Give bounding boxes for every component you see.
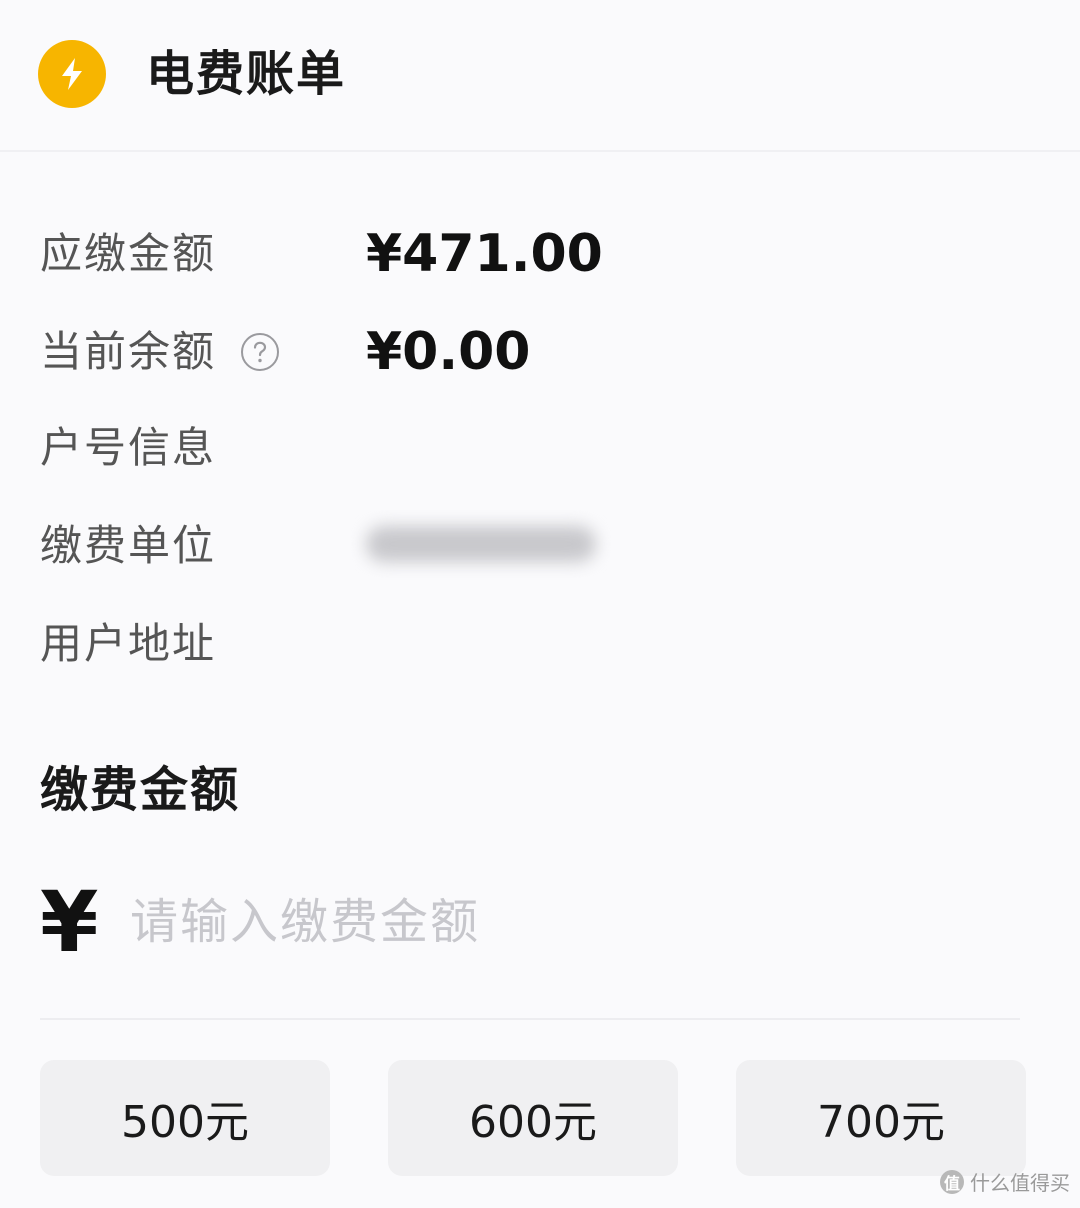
amount-due-row: 应缴金额 ¥471.00 bbox=[40, 224, 1040, 284]
account-info-label: 户号信息 bbox=[40, 423, 217, 472]
current-balance-label: 当前余额 bbox=[40, 327, 217, 376]
watermark-logo-icon: 值 bbox=[940, 1169, 964, 1194]
current-balance-value: ¥0.00 bbox=[366, 322, 531, 382]
currency-symbol: ¥ bbox=[40, 873, 99, 971]
user-address-label: 用户地址 bbox=[40, 619, 217, 668]
input-divider bbox=[40, 1018, 1020, 1020]
payment-amount-section-title: 缴费金额 bbox=[40, 762, 241, 818]
payment-amount-input-row: ¥ bbox=[40, 870, 1020, 974]
quick-amount-600-button[interactable]: 600元 bbox=[388, 1060, 678, 1176]
payment-unit-value-redacted bbox=[366, 526, 596, 562]
amount-due-value: ¥471.00 bbox=[366, 224, 603, 284]
lightning-bolt-icon bbox=[38, 40, 106, 108]
watermark-text: 什么值得买 bbox=[970, 1171, 1070, 1195]
page-title: 电费账单 bbox=[146, 46, 347, 102]
user-address-row: 用户地址 bbox=[40, 614, 1040, 674]
payment-unit-label: 缴费单位 bbox=[40, 521, 217, 570]
page-header: 电费账单 bbox=[0, 0, 1080, 152]
quick-amount-700-button[interactable]: 700元 bbox=[736, 1060, 1026, 1176]
electricity-bill-page: 电费账单 应缴金额 ¥471.00 当前余额 ¥0.00 户号信息 缴费单位 用… bbox=[0, 0, 1080, 1208]
watermark: 值 什么值得买 bbox=[940, 1167, 1070, 1196]
account-info-row: 户号信息 bbox=[40, 418, 1040, 478]
payment-amount-input[interactable] bbox=[130, 886, 1010, 958]
current-balance-row: 当前余额 ¥0.00 bbox=[40, 322, 1040, 382]
payment-unit-row: 缴费单位 bbox=[40, 516, 1040, 576]
question-circle-icon[interactable] bbox=[240, 332, 280, 372]
quick-amount-500-button[interactable]: 500元 bbox=[40, 1060, 330, 1176]
amount-due-label: 应缴金额 bbox=[40, 229, 217, 278]
